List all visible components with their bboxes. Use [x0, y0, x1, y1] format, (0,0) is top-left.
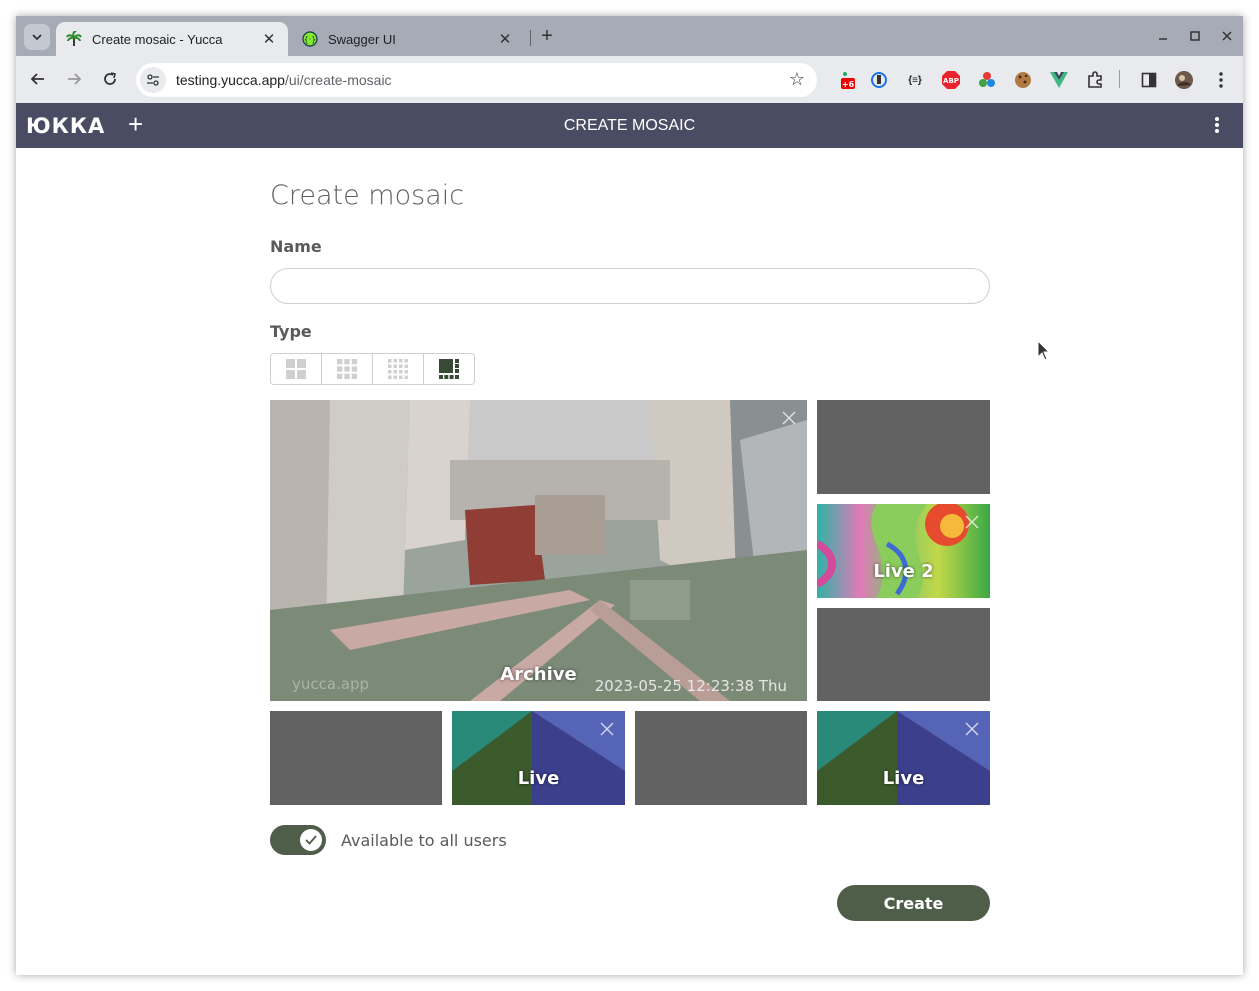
tab-separator [530, 30, 531, 46]
back-button[interactable] [25, 66, 51, 92]
camera-snapshot [270, 400, 807, 701]
toggle-label: Available to all users [341, 831, 507, 850]
extension-badge-icon[interactable]: +6 [838, 70, 858, 90]
page-header-title: CREATE MOSAIC [563, 117, 696, 134]
swagger-icon: {·} [302, 31, 318, 47]
profile-avatar[interactable] [1174, 70, 1194, 90]
mosaic-cell-live[interactable]: Live [817, 711, 990, 805]
close-icon[interactable] [781, 410, 797, 426]
cell-caption: Live [517, 768, 560, 789]
forward-button[interactable] [61, 66, 87, 92]
close-icon[interactable] [599, 721, 615, 737]
type-label: Type [270, 322, 312, 341]
arrow-right-icon [68, 73, 82, 85]
browser-window: Create mosaic - Yucca ✕ {·} Swagger UI ✕… [16, 16, 1243, 975]
color-picker-icon[interactable] [977, 70, 997, 90]
vue-devtools-icon[interactable] [1049, 70, 1069, 90]
mosaic-cell-live[interactable]: Live [452, 711, 625, 805]
tab-search-button[interactable] [24, 24, 50, 50]
url-host: testing.yucca.app [176, 72, 285, 88]
checkmark-icon [305, 835, 317, 845]
grid-3x3-icon [337, 359, 357, 379]
close-icon[interactable] [964, 514, 980, 530]
name-label: Name [270, 237, 322, 256]
type-3x3-button[interactable] [322, 354, 373, 384]
grid-1-plus-7-icon [439, 359, 459, 379]
toolbar-divider [1119, 70, 1120, 88]
browser-toolbar: testing.yucca.app/ui/create-mosaic ☆ +6 … [16, 56, 1243, 103]
mosaic-cell-empty[interactable] [817, 608, 990, 701]
type-4x4-button[interactable] [373, 354, 424, 384]
tab-swagger-ui[interactable]: {·} Swagger UI ✕ [292, 22, 524, 56]
tab-title: Swagger UI [328, 31, 396, 47]
page-title: Create mosaic [270, 180, 465, 211]
app-menu-icon[interactable] [1207, 115, 1227, 135]
app-header: ЮККА + CREATE MOSAIC [16, 103, 1243, 148]
reload-icon [104, 72, 116, 85]
arrow-left-icon [30, 73, 44, 85]
mosaic-cell-empty[interactable] [635, 711, 807, 805]
reload-button[interactable] [97, 66, 123, 92]
mosaic-grid: yucca.app Archive 2023-05-25 12:23:38 Th… [270, 400, 990, 805]
adblock-label: ABP [943, 77, 959, 85]
mosaic-type-selector [270, 353, 475, 385]
chevron-down-icon [32, 34, 42, 41]
mosaic-cell-empty[interactable] [270, 711, 442, 805]
json-viewer-icon[interactable]: {≡} [905, 70, 925, 90]
grid-2x2-icon [286, 359, 306, 379]
mosaic-cell-empty[interactable] [817, 400, 990, 494]
extension-badge-count: +6 [842, 80, 855, 89]
close-icon[interactable] [964, 721, 980, 737]
extensions-puzzle-icon[interactable] [1085, 70, 1105, 90]
name-input[interactable] [270, 268, 990, 304]
available-to-all-toggle[interactable] [270, 825, 326, 855]
palm-tree-icon [66, 31, 82, 46]
close-window-icon[interactable] [1217, 26, 1237, 46]
new-tab-button[interactable]: + [536, 24, 558, 48]
mosaic-cell-archive[interactable]: yucca.app Archive 2023-05-25 12:23:38 Th… [270, 400, 807, 701]
maximize-icon[interactable] [1185, 26, 1205, 46]
tab-strip: Create mosaic - Yucca ✕ {·} Swagger UI ✕… [16, 16, 1243, 56]
toggle-knob [300, 829, 322, 851]
browser-menu-icon[interactable] [1211, 70, 1231, 90]
address-bar[interactable]: testing.yucca.app/ui/create-mosaic ☆ [136, 63, 817, 97]
password-manager-icon[interactable] [869, 70, 889, 90]
mosaic-cell-live-2[interactable]: Live 2 [817, 504, 990, 598]
svg-text:{·}: {·} [304, 35, 317, 44]
grid-4x4-icon [388, 359, 408, 379]
url-path: /ui/create-mosaic [284, 72, 392, 88]
cell-caption: Live 2 [873, 561, 934, 582]
tune-icon [147, 74, 159, 86]
site-info-button[interactable] [140, 67, 166, 93]
close-tab-icon[interactable]: ✕ [260, 30, 278, 48]
mouse-cursor-icon [1037, 340, 1051, 361]
camera-timestamp: 2023-05-25 12:23:38 Thu [594, 677, 787, 695]
url-text: testing.yucca.app/ui/create-mosaic [176, 72, 392, 88]
minimize-icon[interactable] [1153, 26, 1173, 46]
tab-title: Create mosaic - Yucca [92, 31, 223, 47]
type-1-plus-7-button[interactable] [424, 354, 474, 384]
adblock-icon[interactable]: ABP [941, 70, 961, 90]
side-panel-icon[interactable] [1139, 70, 1159, 90]
cell-caption: Live [882, 768, 925, 789]
type-2x2-button[interactable] [271, 354, 322, 384]
create-button[interactable]: Create [837, 885, 990, 921]
close-tab-icon[interactable]: ✕ [496, 30, 514, 48]
cookie-icon[interactable] [1013, 70, 1033, 90]
bookmark-star-icon[interactable]: ☆ [789, 69, 805, 90]
tab-create-mosaic[interactable]: Create mosaic - Yucca ✕ [56, 22, 288, 56]
